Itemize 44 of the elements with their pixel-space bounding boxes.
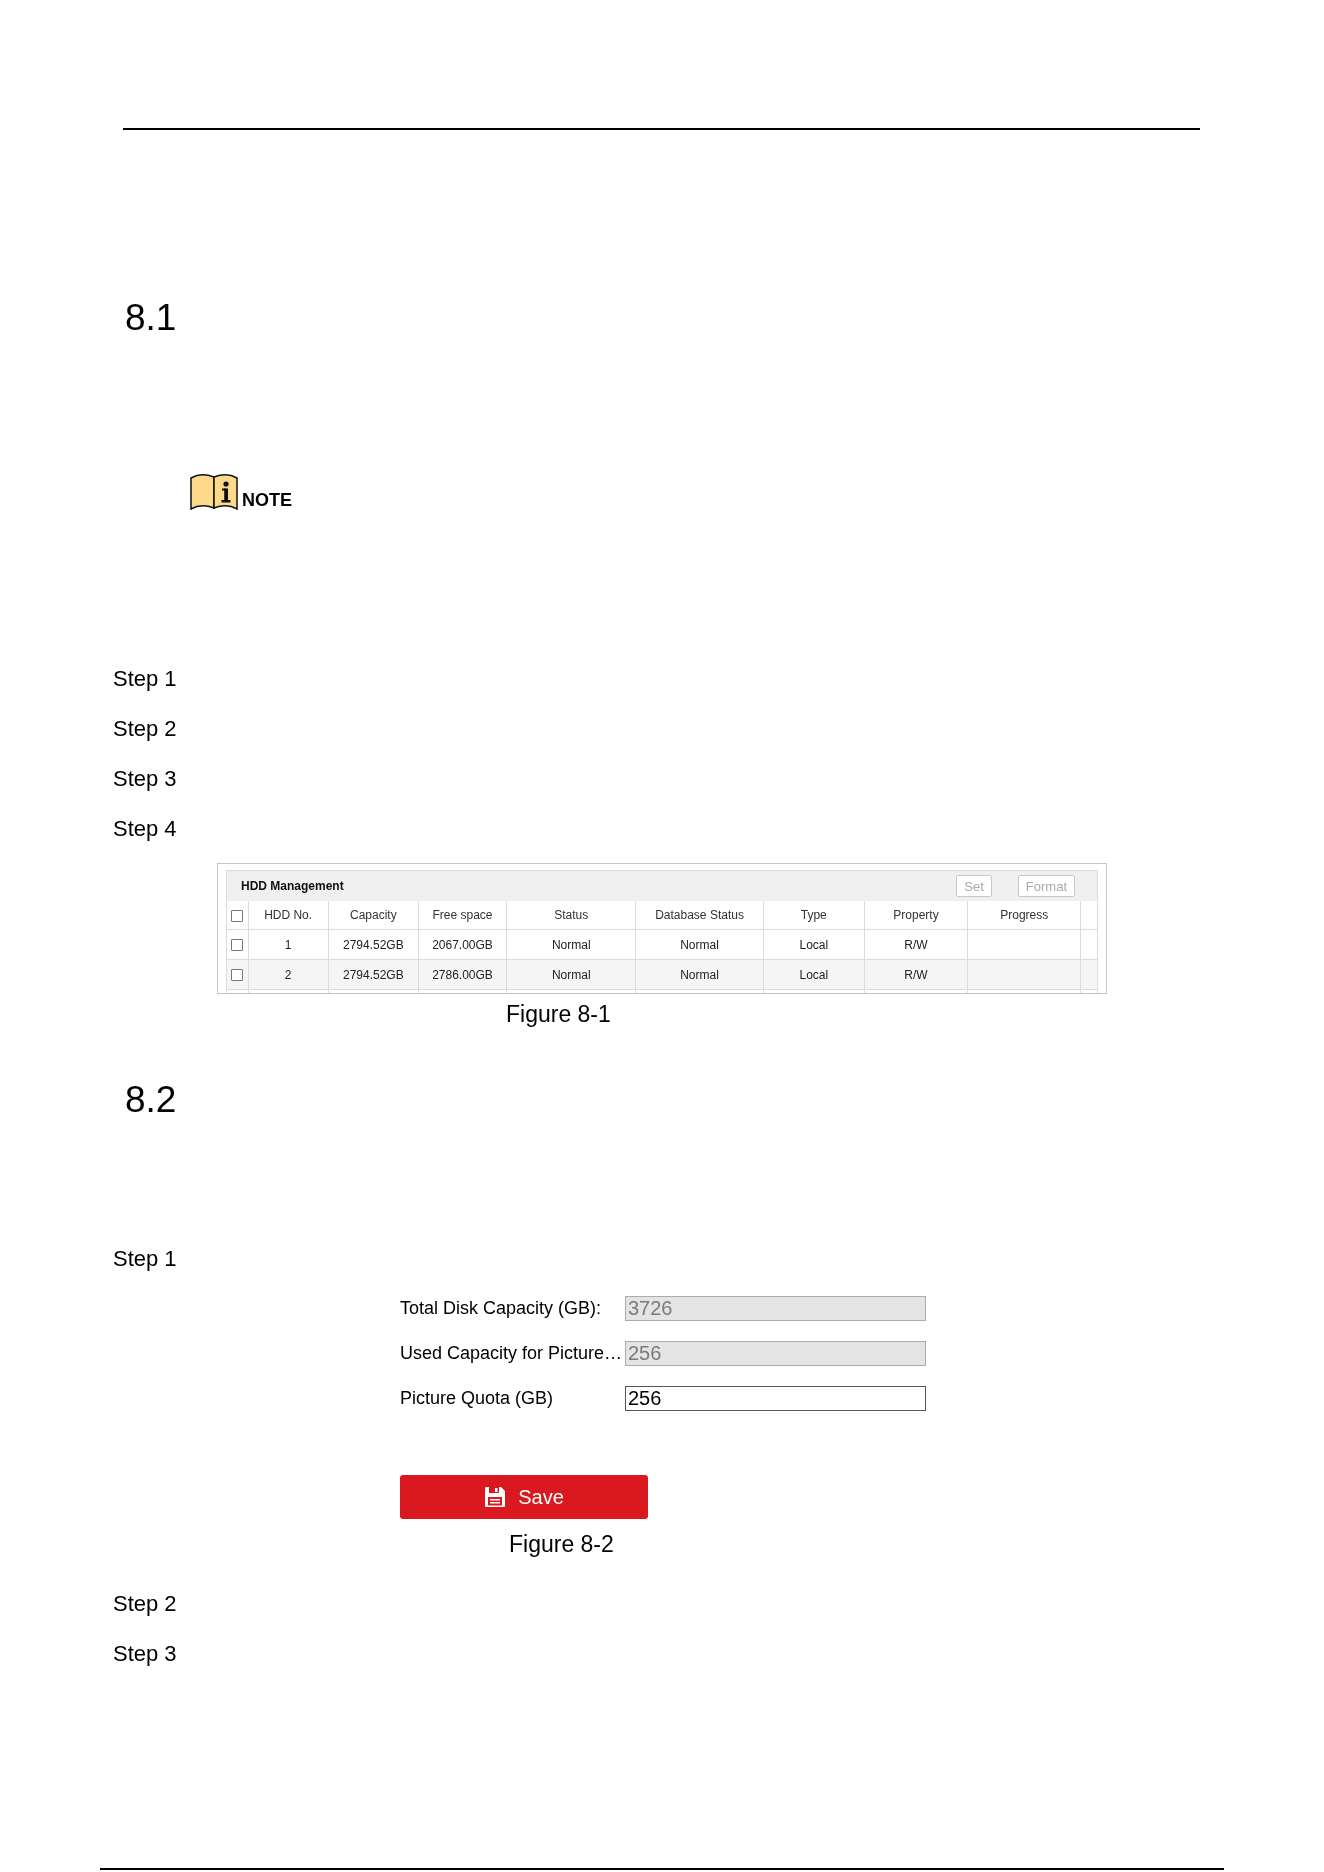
section-number: 8.2 [125, 1078, 177, 1122]
column-header: Capacity [349, 908, 397, 922]
info-book-icon [190, 473, 238, 511]
table-cell: 1 [284, 937, 292, 952]
table-cell: 2 [284, 967, 292, 982]
column-header: Property [893, 908, 939, 922]
select-all-checkbox[interactable] [231, 909, 244, 922]
step-label: Step 1 [113, 665, 177, 693]
step-label: Step 3 [113, 1640, 177, 1668]
table-cell: 2794.52GB [342, 967, 404, 982]
table-cell: Normal [680, 937, 719, 952]
row-checkbox[interactable] [231, 969, 244, 982]
table-cell: Local [799, 937, 829, 952]
table-cell: Local [799, 967, 829, 982]
column-header: Free space [432, 908, 493, 922]
column-header: Progress [1000, 908, 1049, 922]
note-label: NOTE [242, 491, 292, 509]
input-field[interactable]: 256 [625, 1386, 926, 1411]
field-label: Used Capacity for Picture… [400, 1343, 624, 1364]
figure-caption: Figure 8-1 [506, 1000, 611, 1029]
column-header: HDD No. [264, 908, 313, 922]
table-cell: R/W [904, 967, 928, 982]
step-label: Step 3 [113, 765, 177, 793]
table-cell: R/W [904, 937, 928, 952]
field-label: Total Disk Capacity (GB): [400, 1298, 603, 1319]
step-label: Step 4 [113, 815, 177, 843]
column-header: Status [554, 908, 589, 922]
column-header: Database Status [655, 908, 744, 922]
step-label: Step 2 [113, 715, 177, 743]
table-cell: 2794.52GB [342, 937, 404, 952]
step-label: Step 1 [113, 1245, 177, 1273]
table-cell: Normal [680, 967, 719, 982]
table-cell: Normal [551, 967, 591, 982]
figure-caption: Figure 8-2 [509, 1530, 614, 1559]
section-number: 8.1 [125, 296, 177, 340]
table-cell: 2786.00GB [432, 967, 493, 982]
field-label: Picture Quota (GB) [400, 1388, 555, 1409]
column-header: Type [800, 908, 827, 922]
step-label: Step 2 [113, 1590, 177, 1618]
row-checkbox[interactable] [231, 939, 244, 952]
table-cell: 2067.00GB [432, 937, 493, 952]
table-cell: Normal [551, 937, 591, 952]
save-button[interactable]: Save [400, 1475, 648, 1519]
panel-title: HDD Management [241, 879, 344, 893]
